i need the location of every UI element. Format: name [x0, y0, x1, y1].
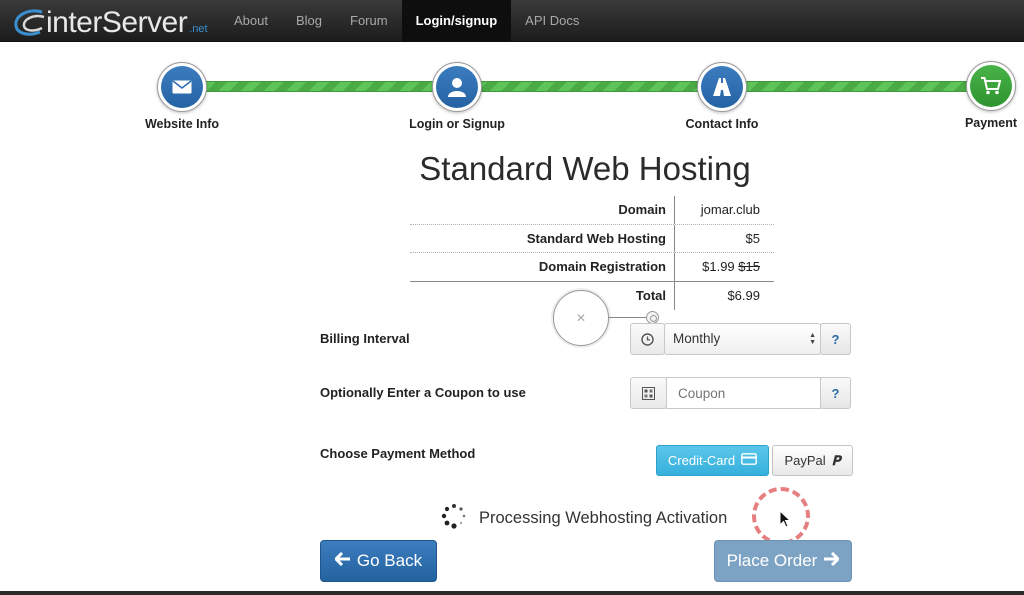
step-website-info: Website Info: [112, 62, 252, 131]
mouse-pointer-icon: [779, 509, 792, 533]
paypal-label: PayPal: [784, 453, 826, 468]
paypal-button[interactable]: PayPal 𝐏: [772, 445, 853, 476]
summary-label: Domain: [410, 196, 675, 224]
cart-icon: [970, 65, 1012, 107]
summary-label: Domain Registration: [410, 253, 675, 281]
place-order-button[interactable]: Place Order: [714, 540, 852, 582]
arrow-right-icon: [823, 551, 841, 571]
nav-item-blog[interactable]: Blog: [282, 0, 336, 42]
interserver-logo[interactable]: interServer .net: [12, 4, 208, 38]
summary-label: Standard Web Hosting: [410, 224, 675, 252]
place-order-label: Place Order: [726, 551, 818, 570]
processing-text: Processing Webhosting Activation: [479, 509, 728, 527]
close-icon: ✕: [575, 311, 587, 325]
go-back-label: Go Back: [356, 551, 423, 570]
step-circle: [432, 62, 482, 112]
summary-value: $5: [745, 230, 760, 246]
coupon-input-extension[interactable]: [779, 377, 821, 409]
summary-value: $1.99 $15: [675, 253, 774, 281]
credit-card-label: Credit-Card: [667, 453, 736, 468]
step-payment: Payment: [921, 61, 1024, 130]
billing-interval-select[interactable]: Monthly ▲ ▼: [664, 323, 821, 355]
step-circle: [697, 62, 747, 112]
step-login-or-signup: Login or Signup: [387, 62, 527, 131]
nav-item-api-docs[interactable]: API Docs: [511, 0, 593, 42]
logo-tld: .net: [189, 23, 208, 35]
coupon-barcode-icon: [630, 377, 667, 409]
floating-close-widget[interactable]: ✕: [553, 290, 609, 346]
table-row: Standard Web Hosting $5: [410, 224, 774, 253]
processing-status: Processing Webhosting Activation: [441, 503, 727, 534]
paypal-icon: 𝐏: [831, 452, 841, 468]
arrow-left-icon: [333, 551, 351, 571]
bottom-edge-bar: [0, 591, 1024, 595]
envelope-icon: [161, 66, 203, 108]
step-circle: [966, 61, 1016, 111]
user-icon: [436, 66, 478, 108]
select-arrows-icon: ▲ ▼: [809, 332, 816, 346]
nav-item-login-signup[interactable]: Login/signup: [401, 0, 512, 42]
go-back-button[interactable]: Go Back: [320, 540, 437, 582]
summary-label: Total: [410, 281, 675, 310]
table-row: Domain Registration $1.99 $15: [410, 253, 774, 282]
top-navbar: interServer .net About Blog Forum Login/…: [0, 0, 1024, 42]
nav-menu: About Blog Forum Login/signup API Docs: [220, 0, 593, 42]
clock-icon: [630, 323, 665, 355]
billing-interval-label: Billing Interval: [320, 331, 410, 346]
coupon-input[interactable]: [666, 377, 780, 409]
credit-card-button[interactable]: Credit-Card: [656, 445, 769, 476]
old-price: $15: [738, 259, 760, 274]
coupon-label: Optionally Enter a Coupon to use: [320, 385, 526, 400]
logo-text: interServer: [46, 6, 188, 39]
step-label: Website Info: [144, 117, 220, 131]
table-row: Domain jomar.club: [410, 196, 774, 225]
loading-spinner-icon: [441, 503, 467, 534]
current-price: $1.99: [702, 259, 735, 274]
summary-value: jomar.club: [700, 202, 760, 217]
billing-interval-value: Monthly: [673, 331, 721, 346]
summary-value: $6.99: [727, 287, 760, 303]
step-circle: [157, 62, 207, 112]
payment-method-label: Choose Payment Method: [320, 446, 476, 461]
step-contact-info: Contact Info: [652, 62, 792, 131]
road-icon: [701, 66, 743, 108]
nav-item-about[interactable]: About: [220, 0, 282, 42]
step-label: Payment: [964, 116, 1018, 130]
coupon-help-button[interactable]: ?: [820, 377, 851, 409]
billing-help-button[interactable]: ?: [820, 323, 851, 355]
widget-connector: [609, 317, 647, 318]
page-title: Standard Web Hosting: [419, 150, 751, 187]
credit-card-icon: [741, 453, 757, 468]
nav-item-forum[interactable]: Forum: [336, 0, 402, 42]
logo-swoosh-icon: [12, 8, 46, 38]
step-label: Login or Signup: [409, 117, 505, 131]
step-label: Contact Info: [685, 117, 759, 131]
checkout-progress-bar: [182, 81, 992, 92]
